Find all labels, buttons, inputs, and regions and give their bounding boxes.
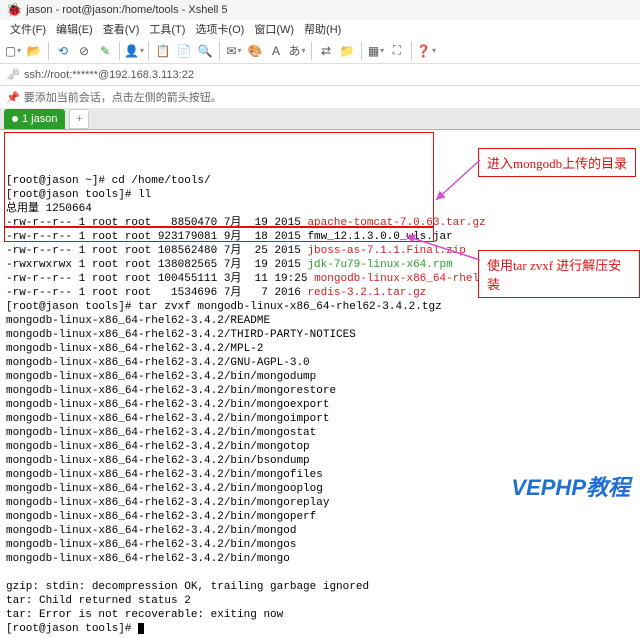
toolbar-separator: [311, 42, 312, 60]
lock-icon: 🗝: [6, 68, 20, 81]
connect-button[interactable]: ✎: [96, 42, 114, 60]
title-bar: 🐞 jason - root@jason:/home/tools - Xshel…: [0, 0, 640, 20]
disconnect-button[interactable]: ⊘: [75, 42, 93, 60]
find-button[interactable]: 🔍: [196, 42, 214, 60]
menu-tools[interactable]: 工具(T): [145, 21, 189, 37]
new-session-button[interactable]: ▢: [4, 42, 22, 60]
watermark: VEPHP教程: [511, 470, 630, 502]
app-icon: 🐞: [6, 2, 22, 18]
hint-text: 要添加当前会话，点击左侧的箭头按钮。: [24, 89, 222, 105]
session-tab[interactable]: 1 jason: [4, 109, 65, 129]
properties-button[interactable]: ✉: [225, 42, 243, 60]
menu-file[interactable]: 文件(F): [6, 21, 50, 37]
menu-view[interactable]: 查看(V): [99, 21, 144, 37]
tab-strip: 1 jason +: [0, 108, 640, 130]
xftp-button[interactable]: 📁: [338, 42, 356, 60]
status-dot-icon: [12, 116, 18, 122]
toolbar-separator: [148, 42, 149, 60]
reconnect-button[interactable]: ⟲: [54, 42, 72, 60]
menu-window[interactable]: 窗口(W): [250, 21, 298, 37]
toolbar-separator: [48, 42, 49, 60]
terminal[interactable]: [root@jason ~]# cd /home/tools/[root@jas…: [0, 130, 640, 638]
menu-tab[interactable]: 选项卡(O): [191, 21, 248, 37]
menu-edit[interactable]: 编辑(E): [52, 21, 97, 37]
open-button[interactable]: 📂: [25, 42, 43, 60]
toolbar-separator: [361, 42, 362, 60]
callout-enter-dir: 进入mongodb上传的目录: [478, 148, 636, 177]
copy-button[interactable]: 📋: [154, 42, 172, 60]
toolbar: ▢ 📂 ⟲ ⊘ ✎ 👤 📋 📄 🔍 ✉ 🎨 A あ ⇄ 📁 ▦ ⛶ ❓: [0, 38, 640, 64]
paste-button[interactable]: 📄: [175, 42, 193, 60]
address-text[interactable]: ssh://root:******@192.168.3.113:22: [24, 69, 194, 81]
layout-button[interactable]: ▦: [367, 42, 385, 60]
fullscreen-button[interactable]: ⛶: [388, 42, 406, 60]
address-bar: 🗝 ssh://root:******@192.168.3.113:22: [0, 64, 640, 86]
script-button[interactable]: ❓: [417, 42, 435, 60]
hint-bar: 📌 要添加当前会话，点击左侧的箭头按钮。: [0, 86, 640, 108]
toolbar-separator: [411, 42, 412, 60]
encoding-button[interactable]: あ: [288, 42, 306, 60]
transfer-button[interactable]: ⇄: [317, 42, 335, 60]
toolbar-separator: [219, 42, 220, 60]
font-button[interactable]: A: [267, 42, 285, 60]
window-title: jason - root@jason:/home/tools - Xshell …: [26, 4, 227, 16]
add-tab-button[interactable]: +: [69, 109, 89, 129]
menu-help[interactable]: 帮助(H): [300, 21, 345, 37]
tab-label: 1 jason: [22, 113, 57, 125]
pin-icon: 📌: [6, 91, 20, 104]
callout-tar-extract: 使用tar zvxf 进行解压安装: [478, 250, 640, 298]
toolbar-separator: [119, 42, 120, 60]
menu-bar: 文件(F) 编辑(E) 查看(V) 工具(T) 选项卡(O) 窗口(W) 帮助(…: [0, 20, 640, 38]
color-button[interactable]: 🎨: [246, 42, 264, 60]
profile-button[interactable]: 👤: [125, 42, 143, 60]
